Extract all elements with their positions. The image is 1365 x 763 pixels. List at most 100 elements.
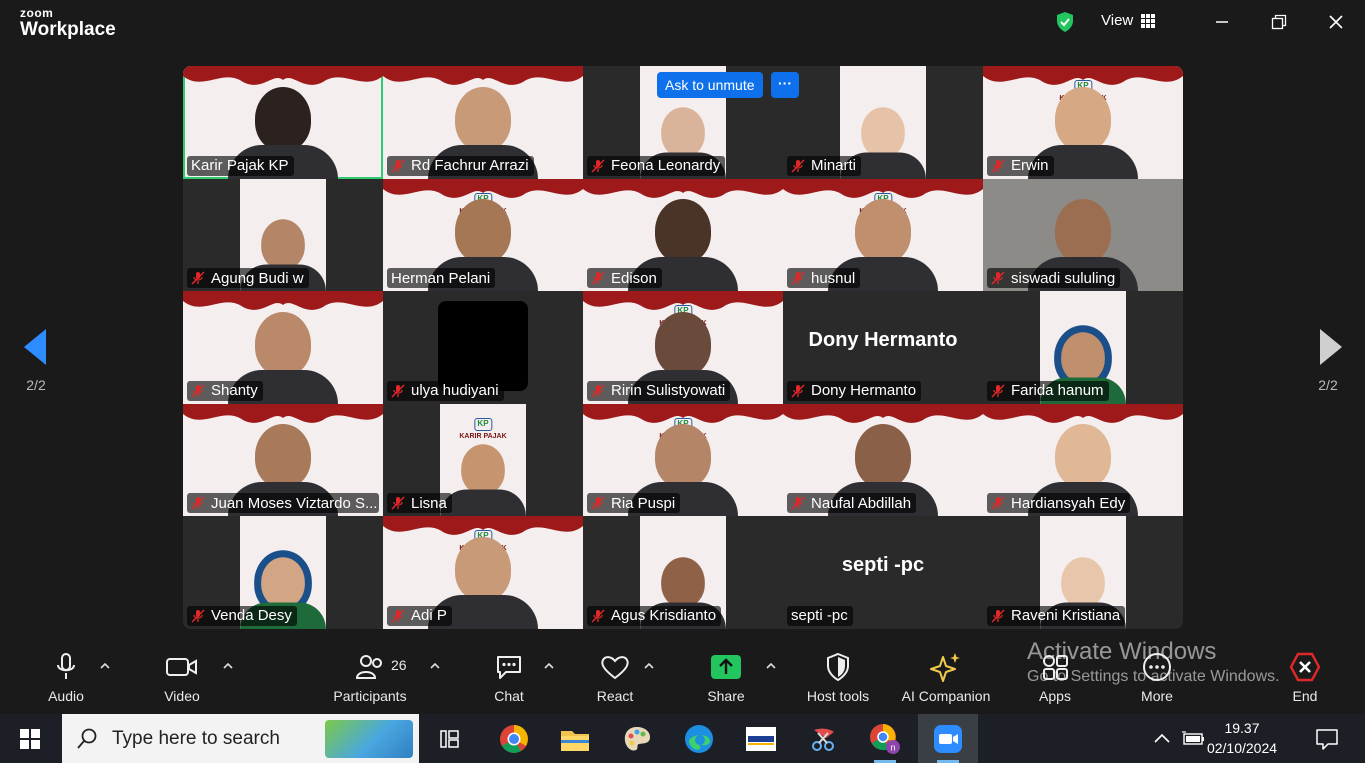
minimize-button[interactable]	[1209, 10, 1235, 34]
video-options-caret-icon[interactable]	[222, 660, 234, 672]
mic-muted-icon	[391, 159, 405, 173]
participant-tile[interactable]: KPKARIR PAJAKRirin Sulistyowati	[583, 291, 783, 404]
tile-more-options-button[interactable]: ···	[771, 72, 799, 98]
share-button[interactable]: Share	[700, 650, 752, 704]
participant-tile[interactable]: Shanty	[183, 291, 383, 404]
react-options-caret-icon[interactable]	[643, 660, 655, 672]
taskbar-chrome[interactable]	[497, 722, 531, 756]
participant-name: Lisna	[411, 494, 447, 512]
participant-tile[interactable]: Rd Fachrur Arrazi	[383, 66, 583, 179]
security-shield-icon[interactable]	[1055, 11, 1075, 33]
end-label: End	[1292, 688, 1318, 704]
ask-to-unmute-button[interactable]: Ask to unmute	[657, 72, 763, 98]
share-label: Share	[707, 688, 745, 704]
participant-name: Shanty	[211, 382, 258, 400]
host-shield-icon	[827, 652, 849, 682]
participant-video	[440, 444, 526, 517]
participant-tile[interactable]: Agung Budi w	[183, 178, 383, 292]
participant-name: Ririn Sulistyowati	[611, 382, 726, 400]
taskbar-file-explorer[interactable]	[558, 722, 592, 756]
mic-muted-icon	[791, 384, 805, 398]
participant-tile[interactable]: KPKARIR PAJAKhusnul	[783, 178, 983, 292]
more-button[interactable]: More	[1134, 650, 1180, 704]
system-clock[interactable]: 19.37 02/10/2024	[1206, 718, 1278, 758]
chevron-left-icon	[24, 329, 46, 365]
taskbar-zoom[interactable]	[931, 722, 965, 763]
paint-palette-icon	[624, 727, 650, 751]
participant-name: Rd Fachrur Arrazi	[411, 157, 529, 175]
notification-center-button[interactable]	[1314, 714, 1340, 763]
participant-tile[interactable]: septi -pc septi -pc	[783, 516, 983, 629]
host-tools-button[interactable]: Host tools	[801, 650, 875, 704]
taskbar-efaktur[interactable]	[744, 722, 778, 756]
chat-options-caret-icon[interactable]	[543, 660, 555, 672]
restore-icon	[1271, 14, 1287, 30]
mic-muted-icon	[191, 609, 205, 623]
participant-tile[interactable]: siswadi sululing	[983, 178, 1183, 292]
start-button[interactable]	[0, 714, 60, 763]
participant-tile[interactable]: Juan Moses Viztardo S...	[183, 403, 383, 517]
participant-tile[interactable]: Edison	[583, 178, 783, 292]
participant-name: siswadi sululing	[1011, 269, 1116, 287]
participant-tile[interactable]: Farida hanum	[983, 291, 1183, 404]
participant-tile[interactable]: Raveni Kristiana	[983, 516, 1183, 629]
taskbar-search-box[interactable]: Type here to search	[62, 714, 419, 763]
mic-muted-icon	[591, 384, 605, 398]
view-button[interactable]: View	[1101, 12, 1156, 29]
taskbar-snipping-tool[interactable]	[806, 722, 840, 756]
restore-button[interactable]	[1266, 10, 1292, 34]
participant-tile[interactable]: KPKARIR PAJAKHerman Pelani	[383, 178, 583, 292]
react-button[interactable]: React	[589, 650, 641, 704]
end-meeting-button[interactable]: End	[1284, 650, 1326, 704]
participant-tile[interactable]: KPKARIR PAJAKRia Puspi	[583, 403, 783, 517]
mic-muted-icon	[391, 384, 405, 398]
participant-name: Edison	[611, 269, 657, 287]
mic-muted-icon	[991, 384, 1005, 398]
participant-tile[interactable]: ulya hudiyani	[383, 291, 583, 404]
participant-tile[interactable]: Agus Krisdianto	[583, 516, 783, 629]
heart-icon	[601, 656, 629, 680]
taskbar-edge[interactable]	[682, 722, 716, 756]
audio-button[interactable]: Audio	[40, 650, 92, 704]
search-highlight-art	[325, 720, 413, 758]
close-button[interactable]	[1323, 10, 1349, 34]
end-call-icon	[1289, 652, 1321, 682]
mic-muted-icon	[791, 159, 805, 173]
participant-name-label: Minarti	[787, 155, 862, 176]
apps-button[interactable]: Apps	[1031, 650, 1079, 704]
participant-name-label: Dony Hermanto	[787, 380, 922, 401]
taskbar-paint[interactable]	[620, 722, 654, 756]
participant-name-label: Rd Fachrur Arrazi	[387, 155, 534, 176]
participant-tile[interactable]: Minarti	[783, 66, 983, 179]
participant-tile[interactable]: Hardiansyah Edy	[983, 403, 1183, 517]
participant-tile[interactable]: KPKARIR PAJAKAdi P	[383, 516, 583, 629]
participant-tile[interactable]: Karir Pajak KP	[183, 66, 383, 179]
title-bar: zoom Workplace View	[0, 0, 1365, 48]
participants-options-caret-icon[interactable]	[429, 660, 441, 672]
chat-button[interactable]: Chat	[484, 650, 534, 704]
ai-companion-button[interactable]: AI Companion	[894, 650, 998, 704]
participant-tile[interactable]: Dony Hermanto Dony Hermanto	[783, 291, 983, 404]
participant-tile[interactable]: KPKARIR PAJAKErwin	[983, 66, 1183, 179]
next-page-button[interactable]: 2/2	[1298, 293, 1358, 403]
video-grid: Karir Pajak KP Rd Fachrur Arrazi Feona Leo…	[183, 66, 1183, 629]
audio-options-caret-icon[interactable]	[99, 660, 111, 672]
zoom-logo: zoom Workplace	[20, 7, 116, 39]
mic-muted-icon	[591, 159, 605, 173]
video-feed-off	[438, 301, 528, 392]
logo-badge: KP	[473, 417, 492, 431]
battery-icon[interactable]	[1180, 727, 1208, 751]
taskbar-chrome-profile[interactable]: n	[868, 722, 902, 763]
participant-tile[interactable]: KP KARIR PAJAK Lisna	[383, 403, 583, 517]
participant-name: Dony Hermanto	[811, 382, 917, 400]
task-view-button[interactable]	[433, 722, 467, 756]
participant-name: Hardiansyah Edy	[1011, 494, 1126, 512]
chevron-up-icon[interactable]	[1150, 727, 1174, 751]
participant-name: septi -pc	[791, 607, 848, 625]
participant-name: Agus Krisdianto	[611, 607, 717, 625]
previous-page-button[interactable]: 2/2	[6, 293, 66, 403]
participant-tile[interactable]: Venda Desy	[183, 516, 383, 629]
participant-tile[interactable]: Naufal Abdillah	[783, 403, 983, 517]
share-options-caret-icon[interactable]	[765, 660, 777, 672]
video-button[interactable]: Video	[156, 650, 208, 704]
